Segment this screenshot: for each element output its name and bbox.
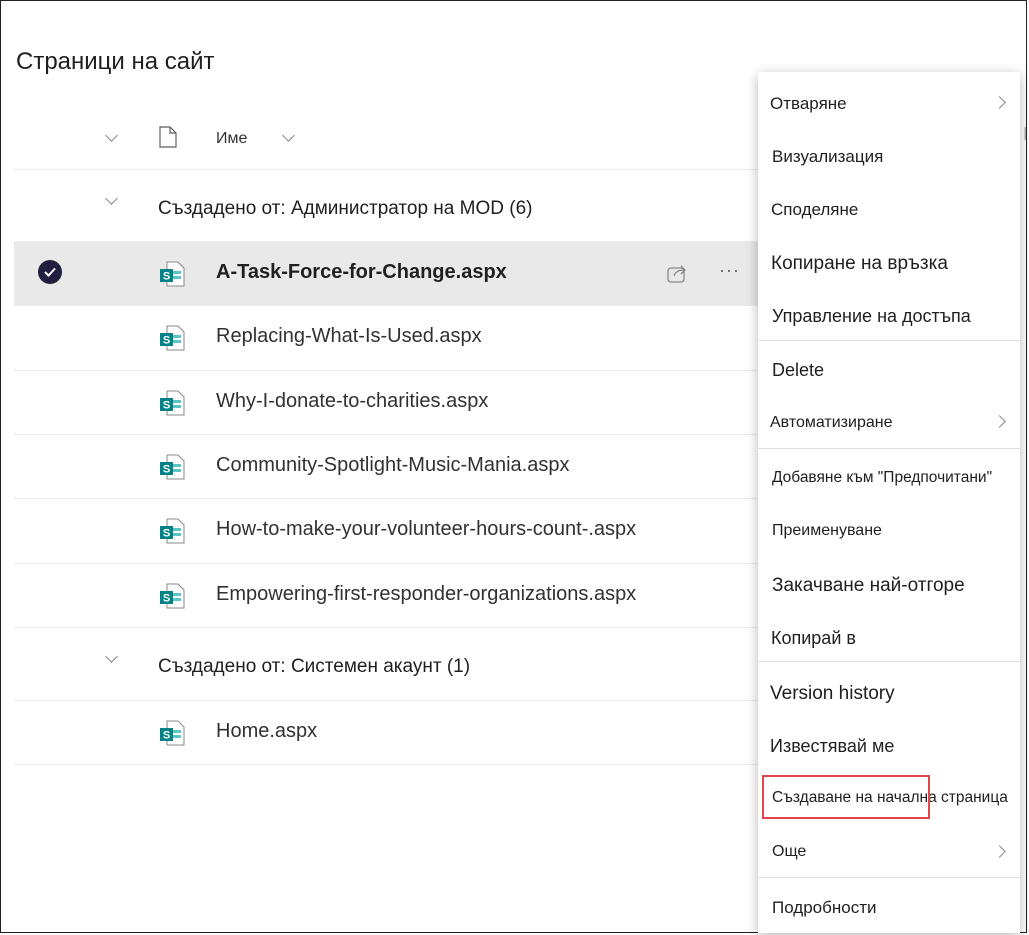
menu-item-alert-me[interactable]: Известявай ме <box>758 721 1020 773</box>
menu-item-label: Още <box>772 843 807 860</box>
list-header: Име <box>14 105 774 170</box>
sharepoint-page-icon: S <box>160 720 185 746</box>
menu-item-copy-to[interactable]: Копирай в <box>758 613 1020 665</box>
sharepoint-page-icon: S <box>160 583 185 609</box>
group-header: Създадено от: Администратор на MOD (6) <box>14 170 774 242</box>
chevron-right-icon <box>993 845 1006 858</box>
menu-item-label: Автоматизиране <box>770 414 893 431</box>
group-header: Създадено от: Системен акаунт (1) <box>14 628 774 701</box>
menu-item-automate[interactable]: Автоматизиране <box>758 397 1020 449</box>
file-name[interactable]: Community-Spotlight-Music-Mania.aspx <box>216 454 569 477</box>
menu-item-preview[interactable]: Визуализация <box>758 131 1020 183</box>
menu-item-manage-access[interactable]: Управление на достъпа <box>758 291 1020 343</box>
file-name[interactable]: Why-I-donate-to-charities.aspx <box>216 390 488 413</box>
sharepoint-page-icon: S <box>160 390 185 416</box>
share-icon[interactable] <box>666 262 690 284</box>
svg-text:S: S <box>163 400 170 412</box>
menu-item-label: Копирай в <box>771 628 856 648</box>
page-title: Страници на сайт <box>16 48 215 75</box>
menu-item-label: Копиране на връзка <box>771 253 948 274</box>
menu-item-label: Преименуване <box>772 522 882 539</box>
menu-item-add-to-favorites[interactable]: Добавяне към "Предпочитани" <box>758 452 1020 504</box>
sharepoint-page-icon: S <box>160 325 185 351</box>
table-row[interactable]: S Home.aspx <box>14 701 774 765</box>
menu-item-label: Управление на достъпа <box>772 306 971 326</box>
menu-item-version-history[interactable]: Version history <box>758 668 1020 720</box>
sharepoint-page-icon: S <box>160 518 185 544</box>
svg-text:S: S <box>163 528 170 540</box>
file-name[interactable]: Home.aspx <box>216 720 317 743</box>
underlying-column-edge: | <box>1023 124 1027 140</box>
menu-separator <box>758 877 1020 878</box>
sharepoint-page-icon: S <box>160 261 185 287</box>
menu-item-delete[interactable]: Delete <box>758 345 1020 397</box>
menu-item-label: Отваряне <box>770 94 847 113</box>
table-row[interactable]: S How-to-make-your-volunteer-hours-count… <box>14 499 774 564</box>
menu-separator <box>758 340 1020 341</box>
menu-item-pin-to-top[interactable]: Закачване най-отгоре <box>758 560 1020 612</box>
menu-item-label: Закачване най-отгоре <box>772 575 965 596</box>
file-name[interactable]: How-to-make-your-volunteer-hours-count-.… <box>216 518 636 541</box>
group-collapse-chevron-down-icon[interactable] <box>105 650 118 663</box>
menu-item-label: Delete <box>772 360 825 380</box>
more-actions-icon[interactable]: ··· <box>719 260 740 281</box>
menu-item-details[interactable]: Подробности <box>758 882 1020 934</box>
menu-separator <box>758 661 1020 662</box>
svg-text:S: S <box>163 593 170 605</box>
table-row[interactable]: S Why-I-donate-to-charities.aspx <box>14 371 774 435</box>
column-header-name[interactable]: Име <box>216 130 247 148</box>
svg-text:S: S <box>163 730 170 742</box>
menu-item-label: Добавяне към "Предпочитани" <box>772 469 993 486</box>
sort-chevron-down-icon[interactable] <box>282 129 295 142</box>
chevron-right-icon <box>993 96 1006 109</box>
select-all-chevron-down-icon[interactable] <box>105 129 118 142</box>
check-circle-icon[interactable] <box>38 260 62 284</box>
file-name[interactable]: Replacing-What-Is-Used.aspx <box>216 325 482 348</box>
callout-highlight-box <box>762 775 930 819</box>
group-label: Създадено от: Администратор на MOD (6) <box>158 198 533 219</box>
menu-item-copy-link[interactable]: Копиране на връзка <box>758 238 1020 290</box>
menu-item-label: Version history <box>770 683 895 704</box>
file-name[interactable]: A-Task-Force-for-Change.aspx <box>216 261 507 284</box>
table-row[interactable]: S Replacing-What-Is-Used.aspx <box>14 306 774 371</box>
table-row[interactable]: S Empowering-first-responder-organizatio… <box>14 564 774 628</box>
menu-item-rename[interactable]: Преименуване <box>758 505 1020 557</box>
menu-item-label: Споделяне <box>771 200 859 219</box>
svg-text:S: S <box>163 271 170 283</box>
menu-item-open[interactable]: Отваряне <box>758 78 1020 130</box>
group-collapse-chevron-down-icon[interactable] <box>105 192 118 205</box>
document-icon <box>159 126 177 148</box>
table-row[interactable]: S Community-Spotlight-Music-Mania.aspx <box>14 435 774 499</box>
menu-item-label: Известявай ме <box>770 736 895 756</box>
menu-item-more[interactable]: Още <box>758 826 1020 878</box>
menu-separator <box>758 448 1020 449</box>
chevron-right-icon <box>993 415 1006 428</box>
svg-text:S: S <box>163 335 170 347</box>
menu-item-label: Визуализация <box>772 147 884 166</box>
table-row[interactable]: S A-Task-Force-for-Change.aspx ··· <box>14 242 774 306</box>
menu-item-label: Подробности <box>772 898 877 917</box>
file-name[interactable]: Empowering-first-responder-organizations… <box>216 583 636 606</box>
sharepoint-page-icon: S <box>160 454 185 480</box>
file-list: Име Създадено от: Администратор на MOD (… <box>14 105 774 765</box>
menu-item-share[interactable]: Споделяне <box>758 184 1020 236</box>
svg-text:S: S <box>163 464 170 476</box>
group-label: Създадено от: Системен акаунт (1) <box>158 656 471 677</box>
